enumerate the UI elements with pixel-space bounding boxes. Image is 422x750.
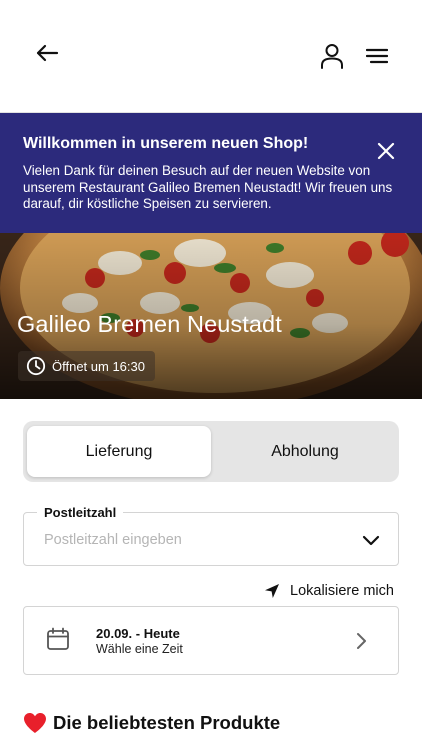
schedule-date: 20.09. - Heute [96,626,180,641]
chevron-down-icon[interactable] [359,531,383,549]
banner-title: Willkommen in unserem neuen Shop! [23,135,309,152]
schedule-picker[interactable]: 20.09. - Heute Wähle eine Zeit [23,606,399,675]
opening-hours-badge: Öffnet um 16:30 [18,351,155,381]
calendar-icon [47,627,69,650]
locate-me-label: Lokalisiere mich [290,583,394,599]
arrow-left-icon [36,44,59,62]
clock-icon [26,356,46,376]
postal-code-input[interactable] [44,525,344,555]
pickup-option[interactable]: Abholung [213,426,397,477]
location-arrow-icon [264,583,280,599]
restaurant-name: Galileo Bremen Neustadt [17,311,282,337]
welcome-banner: Willkommen in unserem neuen Shop! Vielen… [0,113,422,233]
heart-icon [23,712,47,734]
hamburger-menu-icon [366,48,388,64]
top-bar [0,0,422,113]
back-button[interactable] [30,38,64,68]
postal-code-label: Postleitzahl [37,505,124,520]
close-icon [377,142,395,160]
menu-button[interactable] [362,42,392,70]
restaurant-hero: Galileo Bremen Neustadt Öffnet um 16:30 [0,233,422,399]
schedule-prompt: Wähle eine Zeit [96,642,183,656]
postal-code-field[interactable]: Postleitzahl [23,505,399,566]
popular-products-heading: Die beliebtesten Produkte [23,712,280,734]
chevron-right-icon [357,633,366,649]
banner-close-button[interactable] [372,137,400,165]
popular-products-title: Die beliebtesten Produkte [53,712,281,733]
opening-hours-text: Öffnet um 16:30 [52,358,145,374]
order-type-toggle: Lieferung Abholung [23,421,399,482]
locate-me-button[interactable]: Lokalisiere mich [264,580,394,602]
account-button[interactable] [316,40,348,72]
user-icon [321,44,343,69]
banner-text: Vielen Dank für deinen Besuch auf der ne… [23,163,393,211]
delivery-option[interactable]: Lieferung [27,426,211,477]
